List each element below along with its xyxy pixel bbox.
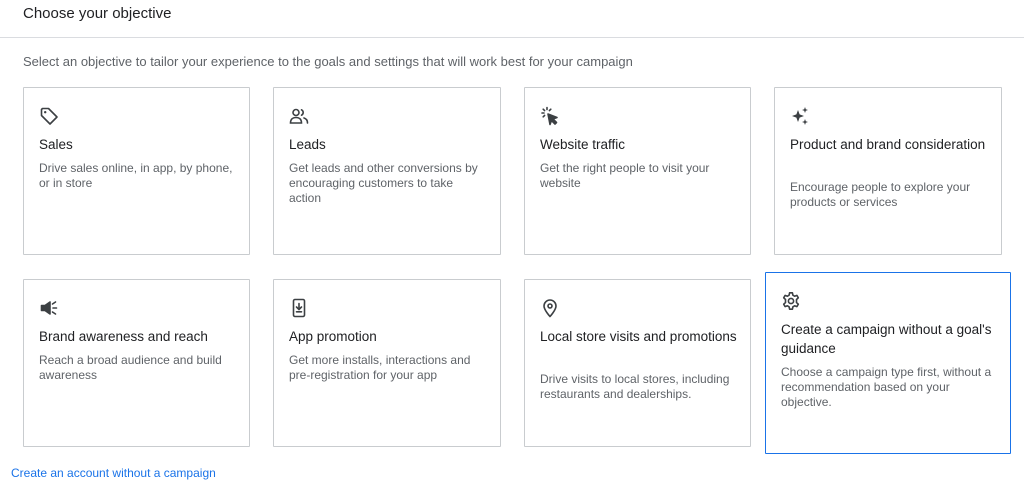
objective-card-website-traffic[interactable]: Website traffic Get the right people to …	[524, 87, 751, 255]
objective-title: Leads	[289, 137, 326, 152]
objective-instructions: Select an objective to tailor your exper…	[23, 54, 633, 69]
objective-description: Get leads and other conversions by encou…	[289, 161, 478, 205]
objective-card-leads[interactable]: Leads Get leads and other conversions by…	[273, 87, 501, 255]
objective-description: Get the right people to visit your websi…	[540, 161, 710, 190]
objective-card-product-brand-consideration[interactable]: Product and brand consideration Encourag…	[774, 87, 1002, 255]
objective-card-brand-awareness[interactable]: Brand awareness and reach Reach a broad …	[23, 279, 250, 447]
objective-title: Website traffic	[540, 137, 626, 152]
objective-title: Sales	[39, 137, 73, 152]
objective-card-no-goal-guidance[interactable]: Create a campaign without a goal's guida…	[765, 272, 1011, 454]
objective-description: Drive visits to local stores, including …	[540, 372, 730, 401]
objective-description: Reach a broad audience and build awarene…	[39, 353, 222, 382]
objective-card-local-store-visits[interactable]: Local store visits and promotions Drive …	[524, 279, 751, 447]
phone-download-icon	[289, 298, 309, 318]
objective-title: App promotion	[289, 329, 377, 344]
objective-description: Drive sales online, in app, by phone, or…	[39, 161, 233, 190]
objective-description: Get more installs, interactions and pre-…	[289, 353, 471, 382]
create-account-without-campaign-link[interactable]: Create an account without a campaign	[11, 466, 216, 480]
megaphone-icon	[39, 298, 59, 318]
location-pin-icon	[540, 298, 560, 318]
cursor-click-icon	[540, 106, 560, 126]
page-title: Choose your objective	[23, 5, 172, 22]
objective-title: Product and brand consideration	[790, 137, 986, 152]
objective-card-app-promotion[interactable]: App promotion Get more installs, interac…	[273, 279, 501, 447]
objective-description: Choose a campaign type first, without a …	[781, 365, 992, 409]
objective-description: Encourage people to explore your product…	[790, 180, 971, 209]
sparkle-icon	[790, 106, 810, 126]
objective-title: Local store visits and promotions	[540, 329, 737, 344]
people-icon	[289, 106, 309, 126]
objective-title: Create a campaign without a goal's guida…	[781, 322, 992, 356]
objective-title: Brand awareness and reach	[39, 329, 208, 344]
page-header: Choose your objective	[0, 0, 1024, 38]
gear-icon	[781, 291, 801, 311]
tag-icon	[39, 106, 59, 126]
objective-card-sales[interactable]: Sales Drive sales online, in app, by pho…	[23, 87, 250, 255]
